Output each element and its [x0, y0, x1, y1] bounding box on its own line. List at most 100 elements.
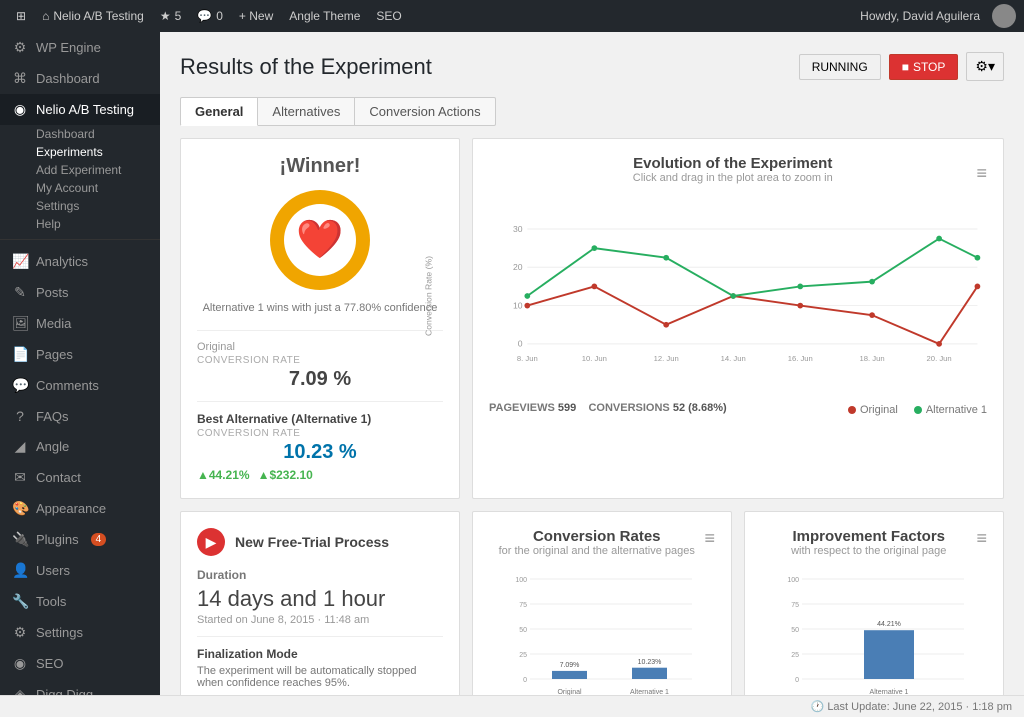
tab-general[interactable]: General	[180, 97, 258, 126]
sidebar-item-contact[interactable]: ✉ Contact	[0, 462, 160, 493]
conversions-label: CONVERSIONS	[588, 402, 672, 414]
original-rate: 7.09 %	[197, 368, 443, 391]
svg-text:20: 20	[513, 262, 523, 272]
evolution-chart-card: Evolution of the Experiment Click and dr…	[472, 138, 1004, 499]
sidebar-item-dashboard[interactable]: ⌘ Dashboard	[0, 63, 160, 94]
stop-label: STOP	[913, 60, 945, 74]
gear-button[interactable]: ⚙▾	[966, 52, 1004, 81]
plugins-badge: 4	[91, 533, 107, 546]
conversion-rates-menu-icon[interactable]: ≡	[704, 528, 715, 549]
sidebar-item-tools[interactable]: 🔧 Tools	[0, 586, 160, 617]
sidebar-item-wp-engine[interactable]: ⚙ WP Engine	[0, 32, 160, 63]
conversion-rates-card: Conversion Rates for the original and th…	[472, 511, 732, 695]
sidebar-item-posts[interactable]: ✎ Posts	[0, 277, 160, 308]
sidebar-item-analytics-label: Analytics	[36, 254, 88, 269]
sidebar-item-nelio[interactable]: ◉ Nelio A/B Testing	[0, 94, 160, 125]
contact-icon: ✉	[12, 469, 28, 486]
svg-text:Alternative 1: Alternative 1	[630, 689, 669, 695]
evolution-chart-svg: Conversion Rate (%) 30 20 10 0 8. Jun	[489, 196, 987, 396]
legend-alt1-label: Alternative 1	[926, 404, 987, 416]
experiment-icon: ▶	[197, 528, 225, 556]
seo-sidebar-icon: ◉	[12, 655, 28, 672]
page-header: Results of the Experiment RUNNING ■ STOP…	[180, 52, 1004, 81]
sidebar-item-faqs-label: FAQs	[36, 409, 69, 424]
conversion-rates-chart: Conversion Rate (%) 100 75 50 25 0	[489, 569, 715, 695]
sidebar: ⚙ WP Engine ⌘ Dashboard ◉ Nelio A/B Test…	[0, 32, 160, 695]
tab-alternatives[interactable]: Alternatives	[258, 97, 355, 126]
svg-text:10.23%: 10.23%	[638, 659, 662, 666]
wp-icon: ⊞	[16, 9, 26, 23]
sidebar-item-pages-label: Pages	[36, 347, 73, 362]
badge-dollar: ▲$232.10	[258, 468, 313, 482]
site-name-item[interactable]: ⌂ Nelio A/B Testing	[34, 0, 152, 32]
sidebar-item-appearance[interactable]: 🎨 Appearance	[0, 493, 160, 524]
finalization-text: The experiment will be automatically sto…	[197, 665, 443, 689]
stop-button[interactable]: ■ STOP	[889, 54, 959, 80]
pageviews-value: 599	[558, 402, 576, 414]
sidebar-item-angle[interactable]: ◢ Angle	[0, 431, 160, 462]
tab-conversion-actions[interactable]: Conversion Actions	[355, 97, 495, 126]
sidebar-item-faqs[interactable]: ? FAQs	[0, 401, 160, 431]
sidebar-item-dashboard-label: Dashboard	[36, 71, 100, 86]
plugins-icon: 🔌	[12, 531, 28, 548]
sidebar-sub-experiments[interactable]: Experiments	[0, 143, 160, 161]
sidebar-item-digg-digg[interactable]: ◈ Digg Digg	[0, 679, 160, 695]
pages-icon: 📄	[12, 346, 28, 363]
angle-theme-item[interactable]: Angle Theme	[281, 0, 368, 32]
seo-item[interactable]: SEO	[368, 0, 409, 32]
svg-text:0: 0	[523, 677, 527, 684]
sidebar-sub-dashboard[interactable]: Dashboard	[0, 125, 160, 143]
sidebar-item-users-label: Users	[36, 563, 70, 578]
evolution-menu-icon[interactable]: ≡	[976, 163, 987, 184]
sidebar-item-tools-label: Tools	[36, 594, 66, 609]
faqs-icon: ?	[12, 408, 28, 424]
star-icon: ★	[160, 9, 171, 23]
chart-legend: Original Alternative 1	[848, 404, 987, 416]
sidebar-item-angle-label: Angle	[36, 439, 69, 454]
messages-item[interactable]: 💬 0	[189, 0, 231, 32]
appearance-icon: 🎨	[12, 500, 28, 517]
sidebar-sub-add-experiment[interactable]: Add Experiment	[0, 161, 160, 179]
heart-icon: ❤️	[296, 218, 343, 262]
pageviews-label: PAGEVIEWS	[489, 402, 558, 414]
conversion-rate-label-1: CONVERSION RATE	[197, 355, 443, 366]
sidebar-item-comments[interactable]: 💬 Comments	[0, 370, 160, 401]
new-item[interactable]: + New	[231, 0, 281, 32]
evolution-subtitle: Click and drag in the plot area to zoom …	[489, 172, 976, 184]
svg-text:25: 25	[791, 652, 799, 659]
settings-icon: ⚙	[12, 624, 28, 641]
sidebar-item-settings[interactable]: ⚙ Settings	[0, 617, 160, 648]
angle-theme-label: Angle Theme	[289, 9, 360, 23]
sidebar-item-users[interactable]: 👤 Users	[0, 555, 160, 586]
stop-icon: ■	[902, 60, 909, 74]
evolution-title: Evolution of the Experiment	[489, 155, 976, 172]
legend-original-dot	[848, 406, 856, 414]
sidebar-sub-my-account[interactable]: My Account	[0, 179, 160, 197]
svg-text:Conversion Rate (%): Conversion Rate (%)	[424, 256, 434, 336]
sidebar-item-media[interactable]: 🖼 Media	[0, 308, 160, 339]
alt-rate: 10.23 %	[197, 441, 443, 464]
comment-count: 5	[175, 9, 182, 23]
duration-sub: Started on June 8, 2015 · 11:48 am	[197, 614, 443, 626]
conversions-value: 52 (8.68%)	[673, 402, 727, 414]
sidebar-item-pages[interactable]: 📄 Pages	[0, 339, 160, 370]
improvement-menu-icon[interactable]: ≡	[976, 528, 987, 549]
winner-caption: Alternative 1 wins with just a 77.80% co…	[197, 302, 443, 314]
tab-bar: General Alternatives Conversion Actions	[180, 97, 1004, 126]
tools-icon: 🔧	[12, 593, 28, 610]
running-button[interactable]: RUNNING	[799, 54, 881, 80]
sidebar-sub-settings-nelio[interactable]: Settings	[0, 197, 160, 215]
status-bar: 🕐 Last Update: June 22, 2015 · 1:18 pm	[0, 695, 1024, 717]
comments-icon: 💬	[12, 377, 28, 394]
svg-text:100: 100	[515, 577, 527, 584]
conversion-rates-title: Conversion Rates	[489, 528, 704, 545]
comments-item[interactable]: ★ 5	[152, 0, 189, 32]
sidebar-sub-help[interactable]: Help	[0, 215, 160, 233]
message-count: 0	[216, 9, 223, 23]
howdy-text: Howdy, David Aguilera	[852, 9, 988, 23]
sidebar-item-seo[interactable]: ◉ SEO	[0, 648, 160, 679]
wp-logo-item[interactable]: ⊞	[8, 0, 34, 32]
sidebar-item-plugins[interactable]: 🔌 Plugins 4	[0, 524, 160, 555]
sidebar-item-analytics[interactable]: 📈 Analytics	[0, 246, 160, 277]
digg-icon: ◈	[12, 686, 28, 695]
